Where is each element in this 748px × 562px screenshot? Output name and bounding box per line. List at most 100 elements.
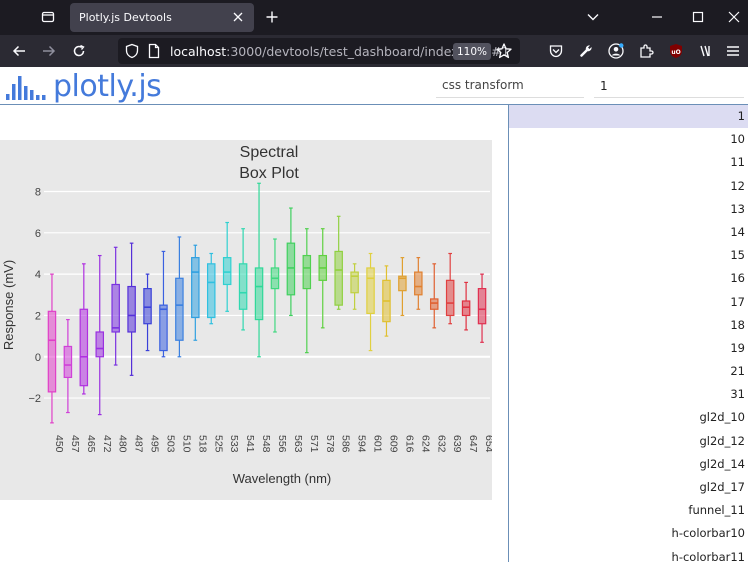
box-body [445, 279, 455, 317]
box-plot-chart[interactable]: −2 0 2 4 6 8 450 457 465 472 480 487 495 503 510 518 52… [0, 140, 492, 500]
maximize-icon[interactable] [686, 6, 710, 28]
x-axis-label: Wavelength (nm) [233, 471, 332, 486]
x-tick-label: 632 [435, 435, 447, 453]
mock-list-item[interactable]: 19 [509, 337, 748, 360]
mock-list-item[interactable]: gl2d_12 [509, 430, 748, 453]
mock-list-item[interactable]: 31 [509, 383, 748, 406]
x-tick-label: 616 [403, 435, 415, 453]
y-tick-label: 0 [35, 352, 41, 364]
box-body [302, 254, 312, 290]
mock-list-item[interactable]: 21 [509, 360, 748, 383]
active-tab[interactable]: Plotly.js Devtools [70, 3, 254, 32]
y-tick-label: −2 [28, 393, 41, 405]
url-bar[interactable]: localhost:3000/devtools/test_dashboard/i… [118, 38, 520, 64]
x-tick-label: 525 [212, 435, 224, 453]
x-tick-label: 457 [69, 435, 81, 453]
mock-list-item[interactable]: 17 [509, 291, 748, 314]
box-body [95, 331, 105, 358]
x-tick-label: 518 [196, 435, 208, 453]
css-transform-input[interactable] [594, 74, 744, 98]
box-body [477, 288, 487, 325]
x-tick-label: 601 [372, 435, 384, 453]
mock-list-item[interactable]: 18 [509, 314, 748, 337]
list-all-tabs-icon[interactable] [581, 6, 605, 28]
x-tick-label: 503 [164, 435, 176, 453]
x-tick-label: 465 [85, 435, 97, 453]
box-body [461, 300, 471, 317]
box-525[interactable] [206, 252, 216, 325]
x-tick-label: 495 [149, 435, 161, 453]
tab-bar: Plotly.js Devtools [0, 0, 748, 35]
box-body [47, 310, 57, 393]
mock-list-item[interactable]: funnel_11 [509, 499, 748, 522]
box-body [429, 298, 439, 310]
new-tab-icon[interactable] [262, 7, 282, 27]
pocket-icon[interactable] [545, 40, 567, 62]
mock-list-item[interactable]: 10 [509, 128, 748, 151]
close-tab-icon[interactable] [230, 9, 246, 25]
y-tick-label: 2 [35, 310, 41, 322]
svg-text:uO: uO [671, 49, 680, 56]
x-tick-label: 556 [276, 435, 288, 453]
x-tick-label: 533 [228, 435, 240, 453]
x-tick-labels: 450 457 465 472 480 487 495 503 510 518 525 533 541 5… [53, 435, 492, 453]
box-body [191, 257, 200, 319]
page-info-icon[interactable] [146, 43, 162, 59]
x-tick-label: 541 [244, 435, 256, 453]
box-body [159, 304, 168, 352]
reload-icon[interactable] [68, 40, 90, 62]
mock-list-item[interactable]: 16 [509, 267, 748, 290]
close-window-icon[interactable] [722, 6, 746, 28]
mock-list-item[interactable]: gl2d_14 [509, 453, 748, 476]
mock-list-item[interactable]: h-colorbar10 [509, 522, 748, 545]
css-transform-label: css transform [436, 74, 584, 98]
bookmark-star-icon[interactable] [495, 42, 513, 60]
plotly-logo: plotly.js [5, 70, 162, 104]
account-icon[interactable] [605, 40, 627, 62]
forward-arrow-icon[interactable] [38, 40, 60, 62]
back-arrow-icon[interactable] [8, 40, 30, 62]
mock-list-item[interactable]: h-colorbar11 [509, 546, 748, 562]
shield-icon[interactable] [124, 43, 140, 59]
mock-list-item[interactable]: 15 [509, 244, 748, 267]
logo-text: plotly.js [53, 69, 162, 104]
x-tick-label: 548 [260, 435, 272, 453]
tab-list-icon[interactable] [36, 6, 60, 28]
mock-list-item[interactable]: 11 [509, 151, 748, 174]
mock-list-item[interactable]: 13 [509, 198, 748, 221]
minimize-icon[interactable] [645, 6, 669, 28]
x-tick-label: 450 [53, 435, 65, 453]
x-tick-label: 654 [483, 435, 492, 453]
y-tick-label: 8 [35, 187, 41, 199]
box-body [111, 283, 120, 333]
mock-list: 1 10 11 12 13 14 15 16 17 18 19 21 31 gl2d_10 gl2d_12 g… [508, 105, 748, 562]
box-body [334, 250, 343, 306]
box-body [254, 267, 264, 321]
y-axis-label: Response (mV) [1, 260, 16, 350]
mock-list-item[interactable]: 1 [509, 105, 748, 129]
box-body [143, 288, 152, 325]
menu-icon[interactable] [722, 40, 744, 62]
mock-list-item[interactable]: 14 [509, 221, 748, 244]
wrench-icon[interactable] [575, 40, 597, 62]
zoom-level-badge[interactable]: 110% [453, 43, 491, 60]
extensions-icon[interactable] [635, 40, 657, 62]
y-tick-label: 6 [35, 228, 41, 240]
chart-title-line-1: Spectral [240, 144, 299, 161]
x-tick-label: 563 [292, 435, 304, 453]
sidebar-toggle-icon[interactable] [695, 40, 717, 62]
box-body [366, 267, 375, 314]
mock-list-item[interactable]: gl2d_10 [509, 406, 748, 429]
box-body [414, 271, 423, 296]
x-tick-label: 510 [180, 435, 192, 453]
ublock-origin-icon[interactable]: uO [665, 40, 687, 62]
plot-area: −2 0 2 4 6 8 450 457 465 472 480 487 495 503 510 518 52… [0, 105, 508, 562]
tab-title: Plotly.js Devtools [79, 11, 172, 24]
mock-list-item[interactable]: 12 [509, 175, 748, 198]
mock-list-item[interactable]: gl2d_17 [509, 476, 748, 499]
x-tick-label: 480 [117, 435, 129, 453]
navigation-bar: localhost:3000/devtools/test_dashboard/i… [0, 35, 748, 67]
x-tick-label: 609 [387, 435, 399, 453]
plotly-bars-icon [6, 76, 46, 100]
x-tick-label: 571 [308, 435, 320, 453]
